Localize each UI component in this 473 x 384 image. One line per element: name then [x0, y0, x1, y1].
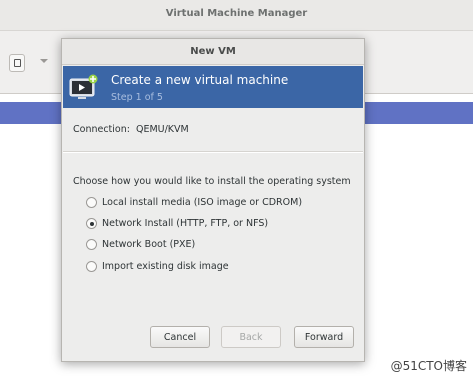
option-label: Network Boot (PXE)	[102, 239, 196, 250]
open-console-button[interactable]	[9, 54, 25, 72]
install-method-question: Choose how you would like to install the…	[73, 176, 351, 187]
banner-title: Create a new virtual machine	[111, 73, 289, 87]
connection-row: Connection: QEMU/KVM	[73, 124, 189, 135]
option-label: Network Install (HTTP, FTP, or NFS)	[102, 218, 269, 229]
step-indicator: Step 1 of 5	[111, 92, 163, 103]
cancel-button[interactable]: Cancel	[150, 326, 210, 348]
option-local-media[interactable]: Local install media (ISO image or CDROM)	[86, 197, 302, 208]
main-window-title: Virtual Machine Manager	[165, 8, 308, 19]
radio-network-install[interactable]	[86, 218, 97, 229]
radio-import-disk[interactable]	[86, 261, 97, 272]
option-label: Import existing disk image	[102, 261, 229, 272]
main-window-titlebar: Virtual Machine Manager	[0, 0, 473, 31]
watermark: @51CTO博客	[390, 357, 467, 374]
connection-value: QEMU/KVM	[135, 124, 189, 135]
back-button[interactable]: Back	[221, 326, 281, 348]
new-vm-dialog: New VM Create a new virtual machine Step…	[61, 38, 365, 362]
option-import-disk[interactable]: Import existing disk image	[86, 261, 229, 272]
wizard-banner: Create a new virtual machine Step 1 of 5	[63, 66, 363, 108]
forward-button[interactable]: Forward	[294, 326, 354, 348]
option-network-install[interactable]: Network Install (HTTP, FTP, or NFS)	[86, 218, 268, 229]
radio-local-media[interactable]	[86, 197, 97, 208]
dialog-title: New VM	[62, 39, 364, 65]
option-network-boot[interactable]: Network Boot (PXE)	[86, 239, 195, 250]
chevron-down-icon[interactable]	[40, 59, 48, 63]
option-label: Local install media (ISO image or CDROM)	[102, 197, 303, 208]
separator	[63, 151, 363, 153]
monitor-play-icon	[69, 74, 98, 99]
radio-network-boot[interactable]	[86, 239, 97, 250]
connection-label: Connection:	[73, 124, 130, 135]
monitor-icon	[14, 59, 21, 67]
